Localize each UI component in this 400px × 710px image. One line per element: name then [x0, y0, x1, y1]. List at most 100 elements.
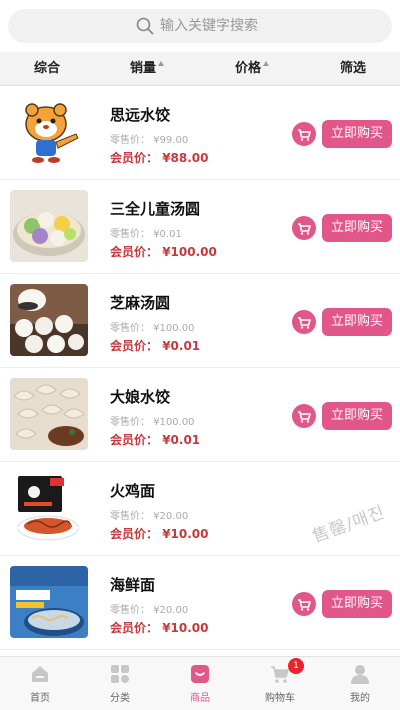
search-bar — [0, 0, 400, 52]
cart-icon — [298, 599, 311, 611]
retail-price: 零售价： ¥20.00 — [110, 601, 188, 616]
product-image[interactable] — [10, 472, 88, 544]
retail-value: ¥20.00 — [153, 605, 189, 616]
member-price: 会员价： ¥0.01 — [110, 431, 200, 448]
retail-value: ¥0.01 — [153, 229, 182, 240]
cart-icon — [298, 411, 311, 423]
member-value: ¥0.01 — [162, 339, 201, 353]
cart-icon — [298, 223, 311, 235]
retail-prefix: 零售价： — [110, 605, 150, 616]
retail-prefix: 零售价： — [110, 135, 150, 146]
product-row[interactable]: 大娘水饺 零售价： ¥100.00 会员价： ¥0.01 立即购买 — [0, 368, 400, 462]
retail-prefix: 零售价： — [110, 417, 150, 428]
product-name[interactable]: 大娘水饺 — [110, 386, 170, 407]
product-row[interactable]: 海鲜面 零售价： ¥20.00 会员价： ¥10.00 立即购买 — [0, 556, 400, 650]
retail-value: ¥100.00 — [153, 417, 195, 428]
buy-now-button[interactable]: 立即购买 — [322, 308, 392, 336]
retail-value: ¥20.00 — [153, 511, 189, 522]
retail-price: 零售价： ¥0.01 — [110, 225, 182, 240]
member-value: ¥100.00 — [162, 245, 217, 259]
member-prefix: 会员价： — [110, 339, 159, 353]
category-icon — [111, 665, 129, 683]
product-name[interactable]: 芝麻汤圆 — [110, 292, 170, 313]
member-price: 会员价： ¥100.00 — [110, 243, 217, 260]
cart-count-badge: 1 — [288, 658, 304, 674]
sort-bar: 综合 销量 价格 筛选 — [0, 52, 400, 86]
tab-cart[interactable]: 1 购物车 — [240, 657, 320, 710]
member-price: 会员价： ¥88.00 — [110, 149, 209, 166]
add-to-cart-button[interactable] — [292, 310, 316, 334]
profile-icon — [351, 665, 369, 684]
member-prefix: 会员价： — [110, 621, 159, 635]
retail-prefix: 零售价： — [110, 323, 150, 334]
sort-label: 综合 — [34, 61, 61, 76]
add-to-cart-button[interactable] — [292, 404, 316, 428]
cart-icon — [298, 317, 311, 329]
retail-value: ¥100.00 — [153, 323, 195, 334]
member-prefix: 会员价： — [110, 527, 159, 541]
sort-sales[interactable]: 销量 — [130, 52, 165, 86]
product-row[interactable]: 芝麻汤圆 零售价： ¥100.00 会员价： ¥0.01 立即购买 — [0, 274, 400, 368]
product-row[interactable]: 三全儿童汤圆 零售价： ¥0.01 会员价： ¥100.00 立即购买 — [0, 180, 400, 274]
product-name[interactable]: 思远水饺 — [110, 104, 170, 125]
member-price: 会员价： ¥10.00 — [110, 619, 209, 636]
tab-goods[interactable]: 商品 — [160, 657, 240, 710]
tab-label: 购物车 — [265, 693, 295, 704]
sort-comprehensive[interactable]: 综合 — [34, 52, 60, 86]
product-image[interactable] — [10, 378, 88, 450]
product-image[interactable] — [10, 566, 88, 638]
tab-label: 分类 — [110, 693, 130, 704]
tab-category[interactable]: 分类 — [80, 657, 160, 710]
member-value: ¥10.00 — [162, 621, 209, 635]
home-icon — [32, 666, 48, 682]
product-row[interactable]: 火鸡面 零售价： ¥20.00 会员价： ¥10.00 — [0, 462, 400, 556]
buy-now-button[interactable]: 立即购买 — [322, 214, 392, 242]
sort-filter[interactable]: 筛选 — [340, 52, 366, 86]
add-to-cart-button[interactable] — [292, 592, 316, 616]
buy-now-button[interactable]: 立即购买 — [322, 402, 392, 430]
product-name[interactable]: 海鲜面 — [110, 574, 155, 595]
cart-icon — [298, 129, 311, 141]
buy-now-button[interactable]: 立即购买 — [322, 590, 392, 618]
product-name[interactable]: 三全儿童汤圆 — [110, 198, 200, 219]
retail-prefix: 零售价： — [110, 511, 150, 522]
product-row[interactable]: 思远水饺 零售价： ¥99.00 会员价： ¥88.00 立即购买 — [0, 86, 400, 180]
retail-price: 零售价： ¥100.00 — [110, 413, 195, 428]
retail-price: 零售价： ¥100.00 — [110, 319, 195, 334]
tab-home[interactable]: 首页 — [0, 657, 80, 710]
member-price: 会员价： ¥0.01 — [110, 337, 200, 354]
product-image[interactable] — [10, 190, 88, 262]
sort-arrow-icon — [263, 61, 270, 66]
retail-value: ¥99.00 — [153, 135, 189, 146]
product-list: 思远水饺 零售价： ¥99.00 会员价： ¥88.00 立即购买 三全儿童汤圆… — [0, 86, 400, 650]
buy-now-button[interactable]: 立即购买 — [322, 120, 392, 148]
member-price: 会员价： ¥10.00 — [110, 525, 209, 542]
sort-label: 价格 — [235, 61, 262, 76]
retail-prefix: 零售价： — [110, 229, 150, 240]
product-image[interactable] — [10, 96, 88, 168]
member-value: ¥10.00 — [162, 527, 209, 541]
retail-price: 零售价： ¥20.00 — [110, 507, 188, 522]
product-image[interactable] — [10, 284, 88, 356]
retail-price: 零售价： ¥99.00 — [110, 131, 188, 146]
member-prefix: 会员价： — [110, 433, 159, 447]
tab-bar: 首页 分类 商品 1 购物车 我的 — [0, 656, 400, 710]
product-name[interactable]: 火鸡面 — [110, 480, 155, 501]
member-prefix: 会员价： — [110, 151, 159, 165]
member-value: ¥88.00 — [162, 151, 209, 165]
tab-label: 我的 — [350, 693, 370, 704]
sort-label: 筛选 — [340, 61, 367, 76]
tab-mine[interactable]: 我的 — [320, 657, 400, 710]
add-to-cart-button[interactable] — [292, 122, 316, 146]
member-prefix: 会员价： — [110, 245, 159, 259]
search-input[interactable] — [160, 9, 380, 43]
sort-arrow-icon — [158, 61, 165, 66]
search-icon — [136, 17, 154, 35]
sort-price[interactable]: 价格 — [235, 52, 270, 86]
tab-label: 商品 — [190, 693, 210, 704]
tab-label: 首页 — [30, 693, 50, 704]
sort-label: 销量 — [130, 61, 157, 76]
search-box[interactable] — [8, 9, 392, 43]
add-to-cart-button[interactable] — [292, 216, 316, 240]
goods-bag-icon — [191, 665, 209, 683]
